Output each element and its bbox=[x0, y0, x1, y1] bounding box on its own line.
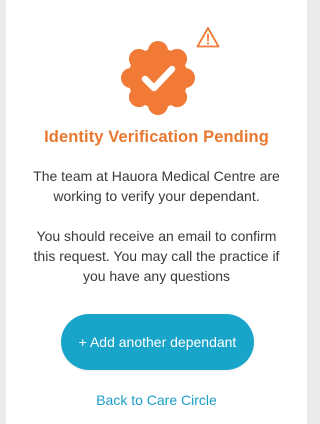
status-message-line: The team at Hauora Medical Centre are bbox=[33, 168, 280, 184]
back-to-care-circle-link[interactable]: Back to Care Circle bbox=[6, 392, 307, 408]
warning-triangle-icon bbox=[196, 27, 220, 48]
add-dependant-button[interactable]: + Add another dependant bbox=[61, 314, 254, 370]
status-message: The team at Hauora Medical Centre are wo… bbox=[20, 166, 293, 206]
status-title: Identity Verification Pending bbox=[44, 128, 269, 146]
status-info: You should receive an email to confirm t… bbox=[20, 226, 293, 286]
check-badge-icon bbox=[121, 41, 195, 115]
status-message-line: working to verify your dependant. bbox=[53, 188, 260, 204]
status-info-line: You should receive an email to confirm bbox=[36, 228, 277, 244]
status-info-line: you have any questions bbox=[82, 268, 231, 284]
verification-card: Identity Verification Pending The team a… bbox=[6, 0, 307, 424]
status-info-line: this request. You may call the practice … bbox=[33, 248, 280, 264]
